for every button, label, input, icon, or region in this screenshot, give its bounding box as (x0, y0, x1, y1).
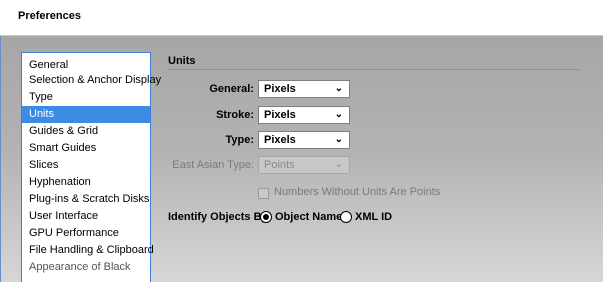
east-asian-type-value: Points (264, 159, 295, 171)
sidebar-item-hyphenation[interactable]: Hyphenation (22, 174, 150, 191)
numbers-without-units-label: Numbers Without Units Are Points (274, 186, 441, 198)
east-asian-type-select: Points ⌄ (258, 156, 350, 174)
numbers-without-units-checkbox (258, 188, 269, 199)
xml-id-label[interactable]: XML ID (355, 211, 392, 223)
object-name-label[interactable]: Object Name (275, 211, 342, 223)
type-units-label: Type: (225, 134, 254, 146)
type-units-value: Pixels (264, 134, 296, 146)
window-title: Preferences (18, 10, 81, 22)
chevron-down-icon: ⌄ (334, 134, 343, 145)
identify-objects-label: Identify Objects By: (168, 211, 272, 223)
sidebar-item-appearance-of-black[interactable]: Appearance of Black (22, 259, 150, 276)
title-bar[interactable]: Preferences (0, 0, 603, 36)
chevron-down-icon: ⌄ (334, 83, 343, 94)
chevron-down-icon: ⌄ (334, 109, 343, 120)
xml-id-radio[interactable] (340, 211, 352, 223)
general-units-label: General: (209, 83, 254, 95)
chevron-down-icon: ⌄ (334, 159, 343, 170)
section-divider (168, 69, 581, 70)
general-units-select[interactable]: Pixels ⌄ (258, 80, 350, 98)
stroke-units-value: Pixels (264, 109, 296, 121)
type-units-select[interactable]: Pixels ⌄ (258, 131, 350, 149)
sidebar-item-plugins-scratch-disks[interactable]: Plug-ins & Scratch Disks (22, 191, 150, 208)
object-name-radio[interactable] (260, 211, 272, 223)
sidebar-item-file-handling-clipboard[interactable]: File Handling & Clipboard (22, 242, 154, 259)
stroke-units-select[interactable]: Pixels ⌄ (258, 106, 350, 124)
east-asian-type-label: East Asian Type: (172, 159, 254, 171)
sidebar-item-user-interface[interactable]: User Interface (22, 208, 150, 225)
general-units-value: Pixels (264, 83, 296, 95)
stroke-units-label: Stroke: (216, 109, 254, 121)
sidebar-item-gpu-performance[interactable]: GPU Performance (22, 225, 150, 242)
section-title: Units (168, 55, 196, 67)
